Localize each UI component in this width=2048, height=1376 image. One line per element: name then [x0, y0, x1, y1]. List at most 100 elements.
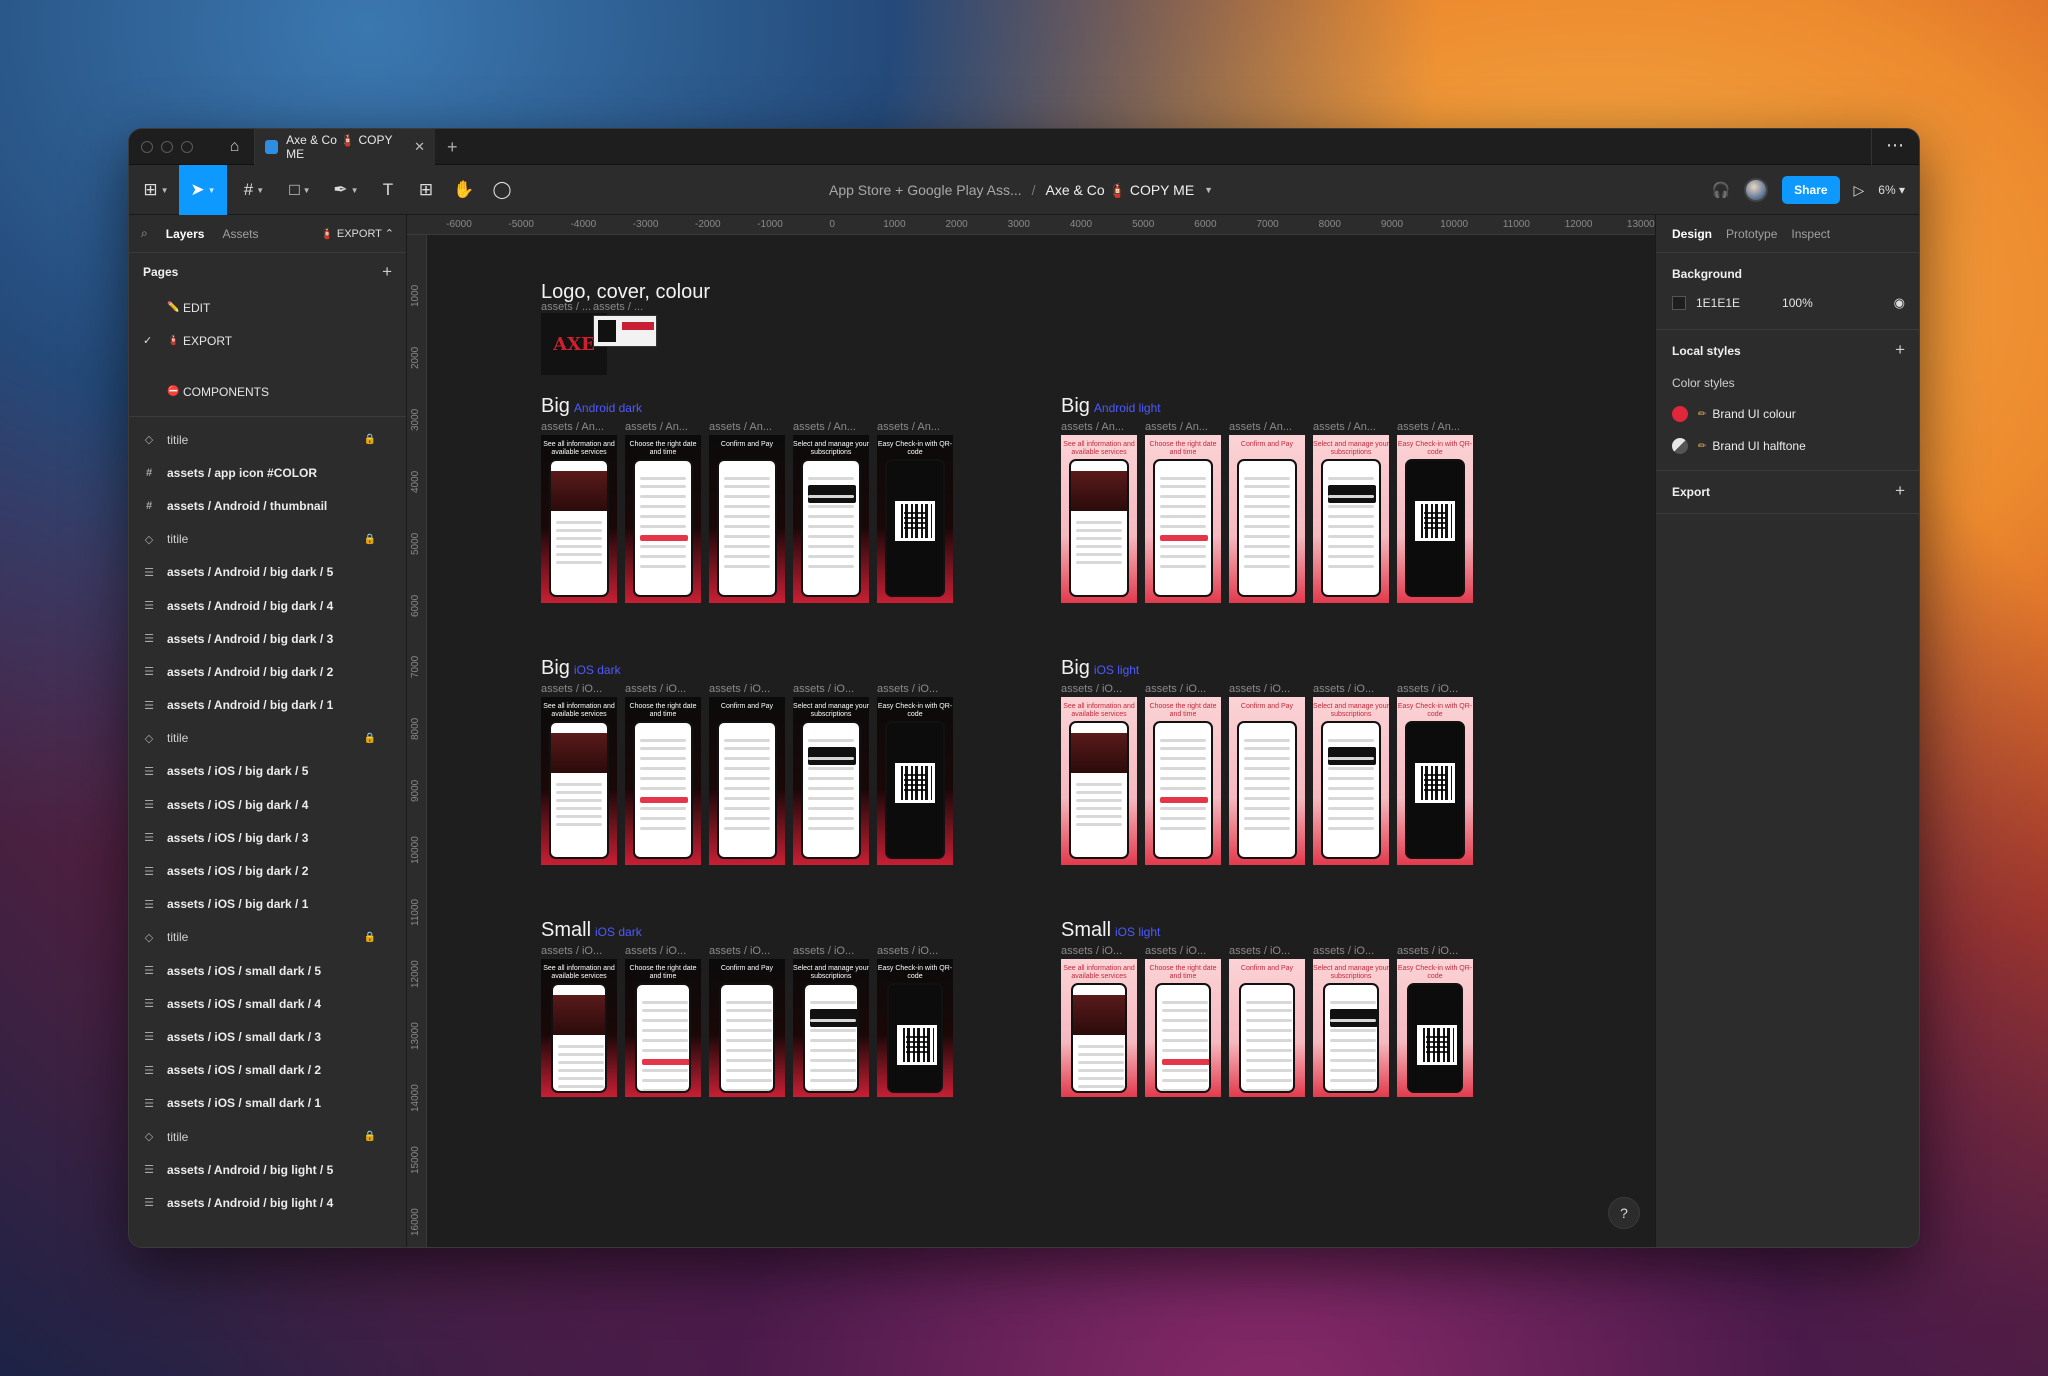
close-window-button[interactable]: [141, 141, 153, 153]
layer-item[interactable]: ☰ assets / iOS / small dark / 5: [129, 954, 406, 987]
asset-frame[interactable]: Confirm and Pay: [709, 435, 785, 603]
section-title[interactable]: Small iOS light: [1061, 919, 1160, 942]
add-page-icon[interactable]: +: [382, 262, 392, 282]
lock-icon[interactable]: 🔒: [364, 534, 376, 545]
close-tab-icon[interactable]: ✕: [414, 139, 425, 155]
layer-item[interactable]: ☰ assets / iOS / small dark / 3: [129, 1020, 406, 1053]
color-style-item[interactable]: ✏ Brand UI colour: [1672, 406, 1905, 422]
asset-frame[interactable]: See all information and available servic…: [1061, 697, 1137, 865]
avatar[interactable]: [1744, 178, 1769, 202]
maximize-window-button[interactable]: [181, 141, 193, 153]
layer-item[interactable]: ☰ assets / Android / big dark / 4: [129, 589, 406, 622]
tab-inspect[interactable]: Inspect: [1791, 227, 1830, 241]
layer-item[interactable]: ☰ assets / iOS / small dark / 4: [129, 987, 406, 1020]
current-page-dropdown[interactable]: 🧯 EXPORT ⌃: [320, 227, 394, 240]
layer-item[interactable]: ◇ titile 🔒: [129, 921, 406, 954]
share-button[interactable]: Share: [1782, 176, 1840, 204]
page-item[interactable]: [129, 357, 406, 375]
hand-tool-icon[interactable]: ✋: [447, 165, 481, 215]
asset-frame[interactable]: See all information and available servic…: [541, 435, 617, 603]
page-item[interactable]: ⛔ COMPONENTS: [129, 375, 406, 408]
asset-frame[interactable]: See all information and available servic…: [541, 959, 617, 1097]
asset-frame[interactable]: See all information and available servic…: [541, 697, 617, 865]
asset-frame[interactable]: Select and manage your subscriptions: [793, 435, 869, 603]
zoom-dropdown[interactable]: 6% ▾: [1878, 183, 1905, 197]
asset-frame[interactable]: Choose the right date and time: [625, 435, 701, 603]
eye-icon[interactable]: ◉: [1894, 295, 1905, 311]
background-opacity-input[interactable]: 100%: [1782, 296, 1813, 310]
layer-item[interactable]: ☰ assets / iOS / big dark / 2: [129, 854, 406, 887]
tab-prototype[interactable]: Prototype: [1726, 227, 1777, 241]
background-hex-input[interactable]: 1E1E1E: [1696, 296, 1740, 310]
headphones-icon[interactable]: 🎧: [1711, 181, 1730, 199]
frame-tool-icon[interactable]: # ▼: [233, 165, 275, 215]
lock-icon[interactable]: 🔒: [364, 1131, 376, 1142]
page-item[interactable]: ✓ 🧯 EXPORT: [129, 324, 406, 357]
asset-frame[interactable]: Easy Check-in with QR-code: [1397, 959, 1473, 1097]
home-icon[interactable]: ⌂: [215, 129, 255, 165]
layer-item[interactable]: ☰ assets / iOS / big dark / 5: [129, 755, 406, 788]
file-tab[interactable]: Axe & Co 🧯 COPY ME ✕: [255, 129, 435, 165]
section-title[interactable]: Small iOS dark: [541, 919, 642, 942]
background-swatch[interactable]: [1672, 296, 1686, 310]
tab-design[interactable]: Design: [1672, 227, 1712, 241]
layer-item[interactable]: ☰ assets / iOS / big dark / 1: [129, 888, 406, 921]
layer-item[interactable]: ☰ assets / iOS / small dark / 2: [129, 1054, 406, 1087]
color-style-item[interactable]: ✏ Brand UI halftone: [1672, 438, 1905, 454]
asset-frame[interactable]: Confirm and Pay: [709, 697, 785, 865]
add-export-icon[interactable]: +: [1895, 481, 1905, 501]
text-tool-icon[interactable]: T: [371, 165, 405, 215]
comment-tool-icon[interactable]: ◯: [485, 165, 519, 215]
asset-frame[interactable]: Confirm and Pay: [1229, 697, 1305, 865]
asset-frame[interactable]: Easy Check-in with QR-code: [877, 959, 953, 1097]
layer-item[interactable]: ☰ assets / Android / big dark / 5: [129, 556, 406, 589]
layer-item[interactable]: ☰ assets / iOS / small dark / 1: [129, 1087, 406, 1120]
asset-frame[interactable]: Select and manage your subscriptions: [1313, 959, 1389, 1097]
layer-item[interactable]: # assets / app icon #COLOR: [129, 456, 406, 489]
section-title[interactable]: Big iOS dark: [541, 657, 621, 680]
asset-frame[interactable]: See all information and available servic…: [1061, 959, 1137, 1097]
present-icon[interactable]: ▷: [1854, 182, 1865, 199]
asset-frame[interactable]: Easy Check-in with QR-code: [1397, 435, 1473, 603]
lock-icon[interactable]: 🔒: [364, 434, 376, 445]
asset-frame[interactable]: Select and manage your subscriptions: [1313, 435, 1389, 603]
layer-item[interactable]: ☰ assets / Android / big dark / 1: [129, 689, 406, 722]
pen-tool-icon[interactable]: ✒ ▼: [325, 165, 367, 215]
help-button[interactable]: ?: [1608, 1197, 1640, 1229]
asset-frame[interactable]: Choose the right date and time: [1145, 959, 1221, 1097]
layer-item[interactable]: ☰ assets / Android / big dark / 3: [129, 622, 406, 655]
chevron-down-icon[interactable]: ▼: [1204, 185, 1213, 195]
section-title[interactable]: Big iOS light: [1061, 657, 1139, 680]
thumbnail-frame[interactable]: [593, 315, 657, 347]
minimize-window-button[interactable]: [161, 141, 173, 153]
search-icon[interactable]: ⌕: [141, 226, 148, 241]
layer-item[interactable]: ☰ assets / iOS / big dark / 4: [129, 788, 406, 821]
asset-frame[interactable]: Confirm and Pay: [709, 959, 785, 1097]
more-icon[interactable]: ⋯: [1871, 129, 1919, 165]
asset-frame[interactable]: Confirm and Pay: [1229, 959, 1305, 1097]
canvas[interactable]: -6000 -5000 -4000 -3000 -2000 -1000 0 1000 2000 3…: [407, 215, 1655, 1247]
asset-frame[interactable]: Easy Check-in with QR-code: [1397, 697, 1473, 865]
layer-item[interactable]: ☰ assets / Android / big light / 5: [129, 1153, 406, 1186]
layer-item[interactable]: ◇ titile 🔒: [129, 523, 406, 556]
section-title[interactable]: Big Android dark: [541, 395, 642, 418]
resources-icon[interactable]: ⊞: [409, 165, 443, 215]
layer-item[interactable]: ☰ assets / Android / big dark / 2: [129, 655, 406, 688]
layer-item[interactable]: ◇ titile 🔒: [129, 423, 406, 456]
layer-item[interactable]: ☰ assets / iOS / big dark / 3: [129, 821, 406, 854]
new-tab-icon[interactable]: +: [447, 129, 458, 165]
breadcrumb-project[interactable]: App Store + Google Play Ass...: [829, 182, 1022, 198]
asset-frame[interactable]: See all information and available servic…: [1061, 435, 1137, 603]
breadcrumb-file[interactable]: Axe & Co 🧯 COPY ME: [1046, 182, 1195, 199]
layer-item[interactable]: ◇ titile 🔒: [129, 722, 406, 755]
layer-item[interactable]: ☰ assets / Android / big light / 4: [129, 1186, 406, 1219]
asset-frame[interactable]: Choose the right date and time: [625, 697, 701, 865]
move-tool-icon[interactable]: ➤ ▼: [179, 165, 227, 215]
asset-frame[interactable]: Choose the right date and time: [1145, 697, 1221, 865]
asset-frame[interactable]: Easy Check-in with QR-code: [877, 697, 953, 865]
shape-tool-icon[interactable]: □ ▼: [279, 165, 321, 215]
asset-frame[interactable]: Select and manage your subscriptions: [793, 959, 869, 1097]
asset-frame[interactable]: Select and manage your subscriptions: [793, 697, 869, 865]
asset-frame[interactable]: Choose the right date and time: [1145, 435, 1221, 603]
main-menu-icon[interactable]: ⊞ ▼: [137, 165, 175, 215]
